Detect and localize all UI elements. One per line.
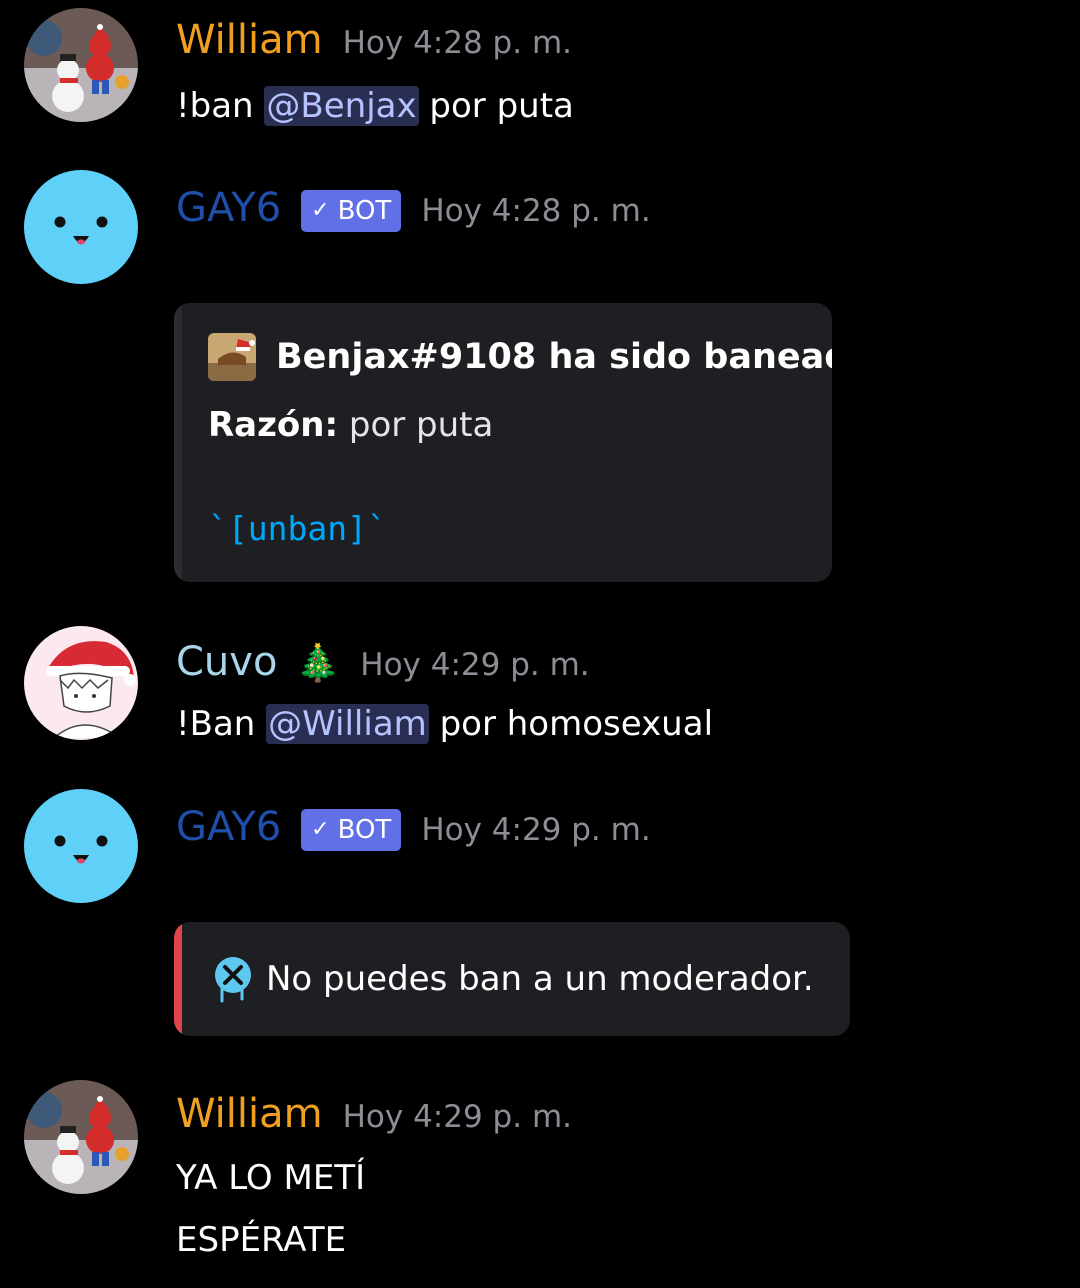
embed-accent-bar [174,303,182,582]
message-text: !Ban [176,704,267,744]
message-content: !Ban @William por homosexual [176,700,713,748]
message-timestamp: Hoy 4:29 p. m. [342,1099,572,1135]
error-message: No puedes ban a un moderador. [266,959,814,999]
avatar-bot[interactable] [24,789,138,903]
username-bot[interactable]: GAY6 [176,184,281,232]
verified-check-icon: ✓ [311,198,330,223]
message-text: por homosexual [428,704,714,744]
message-line: YA LO METÍ [176,1158,366,1198]
bot-badge-label: BOT [337,814,392,845]
bot-badge-label: BOT [337,195,392,226]
message-timestamp: Hoy 4:29 p. m. [360,647,590,683]
bot-badge: ✓ BOT [301,808,402,851]
mention-william[interactable]: @William [266,704,429,744]
avatar-bot[interactable] [24,170,138,284]
avatar-william[interactable] [24,1080,138,1194]
embed-author: Benjax#9108 ha sido baneado [208,333,832,381]
avatar-cuvo[interactable] [24,626,138,740]
embed-reason: Razón: por puta [208,401,493,449]
anime-boy-santa-hat-avatar-icon [24,626,138,740]
username-bot[interactable]: GAY6 [176,803,281,851]
verified-check-icon: ✓ [311,817,330,842]
message-text: por puta [418,86,574,126]
smiley-bot-avatar-icon [24,789,138,903]
message-timestamp: Hoy 4:29 p. m. [421,812,651,848]
error-x-icon [215,957,251,1003]
avatar-william[interactable] [24,8,138,122]
bot-badge: ✓ BOT [301,189,402,232]
chat-message-list: William Hoy 4:28 p. m. !ban @Benjax por … [0,0,1080,1288]
username-william[interactable]: William [176,16,323,64]
snowman-avatar-icon [24,8,138,122]
ban-embed: Benjax#9108 ha sido baneado Razón: por p… [174,303,832,582]
message-timestamp: Hoy 4:28 p. m. [421,193,651,229]
error-embed: No puedes ban a un moderador. [174,922,850,1036]
smiley-bot-avatar-icon [24,170,138,284]
message-content: !ban @Benjax por puta [176,82,574,130]
reason-label: Razón: [208,405,339,445]
snowman-avatar-icon [24,1080,138,1194]
message-text: !ban [176,86,265,126]
message-line: ESPÉRATE [176,1220,347,1260]
embed-title: Benjax#9108 ha sido baneado [276,337,832,377]
message-timestamp: Hoy 4:28 p. m. [342,25,572,61]
mention-benjax[interactable]: @Benjax [264,86,419,126]
username-cuvo[interactable]: Cuvo [176,638,277,686]
username-william[interactable]: William [176,1090,323,1138]
unban-link[interactable]: `[unban]` [208,509,387,548]
banned-user-avatar-icon [208,333,256,381]
christmas-tree-icon: 🎄 [295,643,341,684]
embed-error-bar [174,922,182,1036]
reason-value: por puta [338,405,494,445]
